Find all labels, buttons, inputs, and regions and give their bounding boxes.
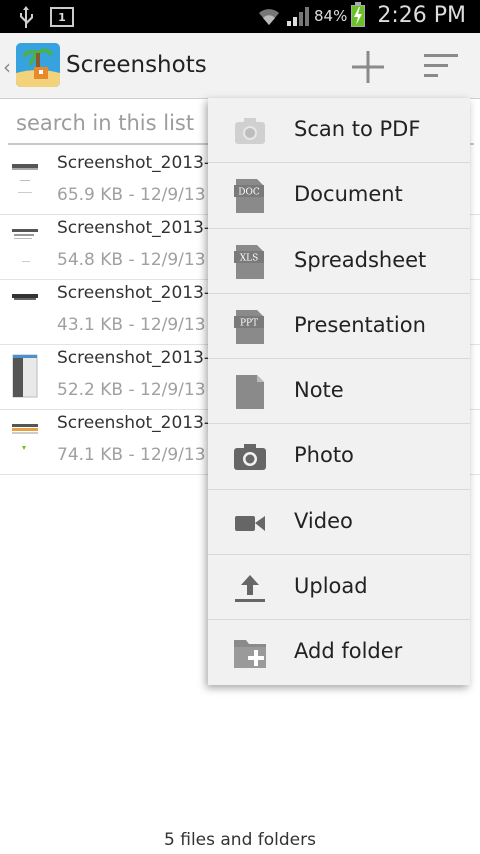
doc-file-icon: DOC xyxy=(234,179,264,214)
menu-item-label: Scan to PDF xyxy=(294,117,421,141)
camera-icon xyxy=(234,444,266,471)
add-menu: Scan to PDF DOC Document XLS Spreadsheet… xyxy=(208,98,470,685)
camera-scan-icon xyxy=(235,118,265,144)
item-count: 5 files and folders xyxy=(164,830,316,850)
usb-icon xyxy=(20,6,33,28)
battery-percent: 84% xyxy=(314,6,348,25)
clock: 2:26 PM xyxy=(377,3,466,28)
file-name: Screenshot_2013- xyxy=(57,413,211,433)
add-folder-icon xyxy=(234,640,266,669)
file-meta: 43.1 KB - 12/9/13 xyxy=(57,315,206,335)
file-meta: 74.1 KB - 12/9/13 xyxy=(57,445,206,465)
action-bar: ‹ Screenshots xyxy=(0,33,480,99)
signal-icon xyxy=(287,6,309,26)
menu-item-presentation[interactable]: PPT Presentation xyxy=(208,294,470,360)
sort-icon[interactable] xyxy=(422,51,460,81)
battery-icon xyxy=(351,1,366,27)
menu-item-upload[interactable]: Upload xyxy=(208,555,470,621)
menu-item-photo[interactable]: Photo xyxy=(208,424,470,490)
menu-item-label: Note xyxy=(294,378,344,403)
screenshot-thumbnail-icon xyxy=(12,164,38,193)
file-meta: 65.9 KB - 12/9/13 xyxy=(57,185,206,205)
file-name: Screenshot_2013- xyxy=(57,153,211,173)
screenshot-thumbnail-icon xyxy=(12,229,38,262)
screenshot-thumbnail-icon xyxy=(12,354,38,398)
menu-item-scan-to-pdf[interactable]: Scan to PDF xyxy=(208,98,470,164)
xls-badge: XLS xyxy=(240,253,259,263)
menu-item-label: Presentation xyxy=(294,312,426,337)
xls-file-icon: XLS xyxy=(234,244,264,279)
video-camera-icon xyxy=(235,515,265,531)
menu-item-document[interactable]: DOC Document xyxy=(208,163,470,229)
ppt-badge: PPT xyxy=(240,318,258,328)
file-meta: 52.2 KB - 12/9/13 xyxy=(57,380,206,400)
menu-item-label: Video xyxy=(294,508,353,533)
menu-item-label: Photo xyxy=(294,443,354,468)
add-icon[interactable] xyxy=(349,48,387,86)
menu-item-label: Upload xyxy=(294,574,368,599)
file-meta: 54.8 KB - 12/9/13 xyxy=(57,250,206,270)
screenshot-thumbnail-icon xyxy=(12,424,38,450)
doc-badge: DOC xyxy=(238,188,260,198)
menu-item-label: Spreadsheet xyxy=(294,247,427,272)
notification-count-icon: 1 xyxy=(50,7,74,27)
status-bar: 1 84% 2:26 PM xyxy=(0,0,480,33)
menu-item-video[interactable]: Video xyxy=(208,490,470,556)
file-name: Screenshot_2013- xyxy=(57,348,211,368)
app-logo[interactable] xyxy=(16,43,60,87)
menu-item-spreadsheet[interactable]: XLS Spreadsheet xyxy=(208,229,470,294)
menu-item-add-folder[interactable]: Add folder xyxy=(208,620,470,685)
menu-item-label: Add folder xyxy=(294,639,403,664)
wifi-icon xyxy=(259,8,279,25)
file-name: Screenshot_2013- xyxy=(57,283,211,303)
menu-item-note[interactable]: Note xyxy=(208,359,470,425)
menu-item-label: Document xyxy=(294,182,403,207)
note-file-icon xyxy=(236,375,264,410)
page-title: Screenshots xyxy=(66,52,207,78)
screenshot-thumbnail-icon xyxy=(12,294,38,300)
file-name: Screenshot_2013- xyxy=(57,218,211,238)
back-chevron-icon[interactable]: ‹ xyxy=(3,55,11,79)
upload-icon xyxy=(235,575,265,603)
ppt-file-icon: PPT xyxy=(234,309,264,344)
